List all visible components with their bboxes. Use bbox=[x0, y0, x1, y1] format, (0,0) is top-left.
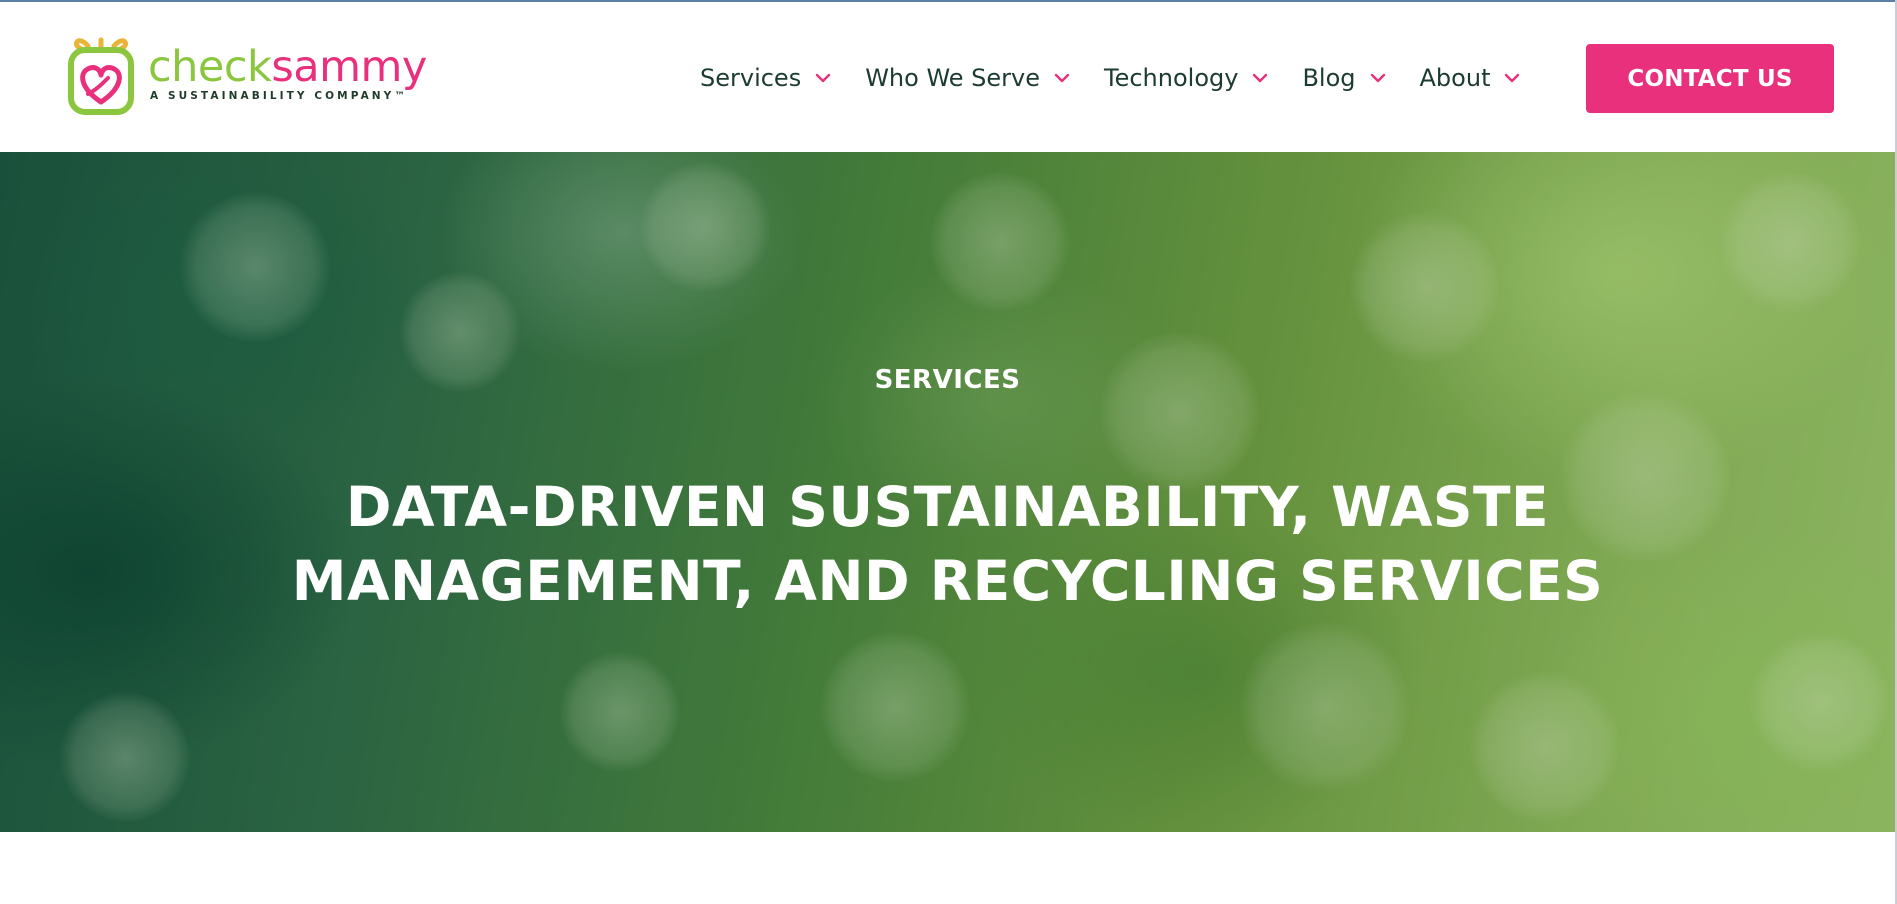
chevron-down-icon bbox=[1253, 73, 1268, 83]
logo-wordmark: checksammy A SUSTAINABILITY COMPANY™ bbox=[148, 44, 427, 102]
nav-item-about[interactable]: About bbox=[1420, 64, 1523, 92]
chevron-down-icon bbox=[1505, 73, 1520, 83]
hero-title: DATA-DRIVEN SUSTAINABILITY, WASTE MANAGE… bbox=[200, 470, 1695, 618]
chevron-down-icon bbox=[1370, 73, 1385, 83]
chevron-down-icon bbox=[1054, 73, 1070, 83]
nav-item-technology[interactable]: Technology bbox=[1104, 64, 1270, 92]
nav-item-label: Technology bbox=[1104, 64, 1239, 92]
nav-item-label: Blog bbox=[1302, 64, 1356, 92]
gift-heart-logo-icon bbox=[68, 37, 134, 115]
nav-item-blog[interactable]: Blog bbox=[1302, 64, 1387, 92]
brand-tagline: A SUSTAINABILITY COMPANY™ bbox=[150, 90, 408, 102]
content-area bbox=[0, 832, 1895, 904]
hero-title-line-1: DATA-DRIVEN SUSTAINABILITY, WASTE bbox=[345, 475, 1550, 539]
logo-link[interactable]: checksammy A SUSTAINABILITY COMPANY™ bbox=[66, 32, 427, 118]
site-header: checksammy A SUSTAINABILITY COMPANY™ Ser… bbox=[0, 2, 1895, 152]
hero-eyebrow: SERVICES bbox=[874, 365, 1021, 395]
brand-name-sammy: sammy bbox=[271, 42, 427, 92]
main-nav: Services Who We Serve Technology Blog Ab… bbox=[700, 42, 1554, 114]
chevron-down-icon bbox=[816, 73, 831, 83]
nav-item-label: Who We Serve bbox=[865, 64, 1041, 92]
page: checksammy A SUSTAINABILITY COMPANY™ Ser… bbox=[0, 0, 1897, 904]
nav-item-label: About bbox=[1419, 64, 1491, 92]
brand-name: checksammy bbox=[148, 44, 427, 90]
nav-item-label: Services bbox=[700, 64, 802, 92]
hero-banner: SERVICES DATA-DRIVEN SUSTAINABILITY, WAS… bbox=[0, 152, 1895, 832]
hero-title-line-2: MANAGEMENT, AND RECYCLING SERVICES bbox=[291, 549, 1604, 613]
nav-item-services[interactable]: Services bbox=[700, 64, 833, 92]
brand-name-check: check bbox=[148, 42, 272, 92]
nav-item-who-we-serve[interactable]: Who We Serve bbox=[865, 64, 1072, 92]
contact-us-button[interactable]: CONTACT US bbox=[1586, 44, 1834, 113]
